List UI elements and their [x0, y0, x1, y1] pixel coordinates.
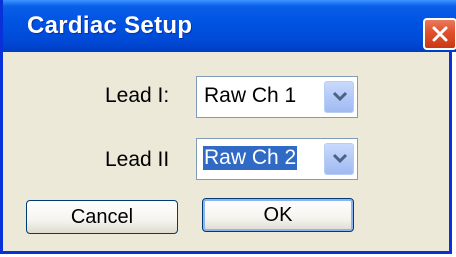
ok-button[interactable]: OK: [202, 198, 354, 232]
lead-i-value: Raw Ch 1: [204, 84, 297, 107]
lead-ii-select[interactable]: Raw Ch 2: [196, 138, 358, 180]
lead-i-select[interactable]: Raw Ch 1: [196, 76, 358, 118]
cardiac-setup-dialog: Cardiac Setup Lead I: Raw Ch 1 Lead II R…: [0, 0, 456, 254]
cancel-button[interactable]: Cancel: [26, 200, 178, 234]
window-title: Cardiac Setup: [27, 12, 193, 39]
lead-i-dropdown-button[interactable]: [324, 81, 354, 113]
close-button[interactable]: [423, 18, 456, 50]
lead-i-label: Lead I:: [105, 84, 170, 107]
lead-ii-dropdown-button[interactable]: [324, 143, 354, 175]
chevron-down-icon: [332, 153, 348, 164]
title-bar[interactable]: Cardiac Setup: [3, 0, 456, 52]
lead-ii-value: Raw Ch 2: [203, 146, 298, 170]
chevron-down-icon: [332, 91, 348, 102]
close-icon: [432, 26, 448, 42]
lead-ii-label: Lead II: [105, 148, 170, 171]
